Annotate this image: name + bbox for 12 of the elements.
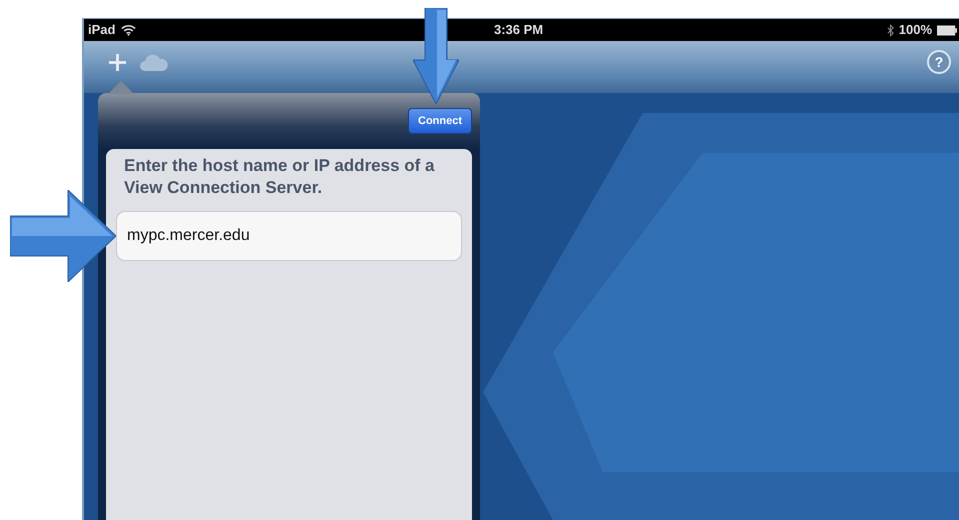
help-button[interactable]: ?: [927, 50, 951, 74]
battery-icon: [937, 24, 957, 36]
wifi-icon: [121, 24, 136, 36]
server-field[interactable]: mypc.mercer.edu: [116, 211, 462, 261]
battery-percent: 100%: [898, 23, 932, 37]
carrier-name: iPad: [88, 23, 116, 37]
cloud-icon[interactable]: [139, 52, 169, 72]
connect-button[interactable]: Connect: [408, 108, 472, 134]
clock-time: 3:36 PM: [494, 23, 544, 37]
bluetooth-icon: [886, 24, 894, 36]
add-icon[interactable]: [108, 52, 127, 72]
prompt-text: Enter the host name or IP address of a View Connection Server.: [123, 155, 436, 199]
